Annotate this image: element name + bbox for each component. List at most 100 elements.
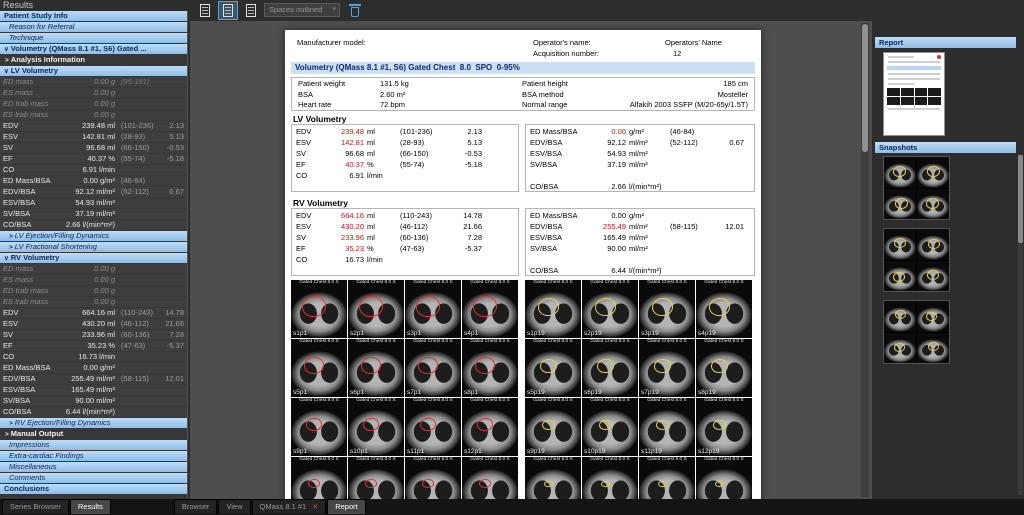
sidebar-item-volumetry-qmass-8-1-1-s6-gated[interactable]: ∨Volumetry (QMass 8.1 #1, S6) Gated ...: [0, 44, 187, 54]
mri-image-tile[interactable]: Gated Chest 8.0 Ss8p19: [696, 339, 752, 397]
sidebar-param-row[interactable]: ED Mass/BSA0.00 g/m²: [0, 363, 187, 373]
sidebar-param-row[interactable]: SV/BSA90.00 ml/m²: [0, 396, 187, 406]
tab-qmass[interactable]: QMass 8.1 #1 ✕: [252, 499, 327, 514]
snapshots-scrollbar[interactable]: [1018, 154, 1023, 495]
sidebar-item-lv-fractional-shortening[interactable]: >LV Fractional Shortening: [0, 242, 187, 252]
sidebar-param-row[interactable]: ES mass0.00 g: [0, 88, 187, 98]
mri-image-tile[interactable]: Gated Chest 8.0 Ss8p1: [462, 339, 518, 397]
mri-image-tile[interactable]: Gated Chest 8.0 Ss3p19: [639, 280, 695, 338]
mri-image-tile[interactable]: Gated Chest 8.0 Ss15p19: [639, 457, 695, 499]
sidebar-param-row[interactable]: ES trab mass0.00 g: [0, 297, 187, 307]
mri-image-tile[interactable]: Gated Chest 8.0 Ss10p19: [582, 398, 638, 456]
tab-series-browser[interactable]: Series Browser: [2, 499, 69, 514]
sidebar-item-reason-for-referral[interactable]: Reason for Referral: [0, 22, 187, 32]
mri-image-tile[interactable]: Gated Chest 8.0 Ss4p19: [696, 280, 752, 338]
snapshot-thumbnail[interactable]: [883, 228, 950, 292]
scrollbar-thumb[interactable]: [1018, 155, 1023, 243]
sidebar-item-technique[interactable]: Technique: [0, 33, 187, 43]
snapshot-thumbnail[interactable]: [883, 300, 950, 364]
sidebar-param-row[interactable]: ESV/BSA165.49 ml/m²: [0, 385, 187, 395]
mri-image-tile[interactable]: Gated Chest 8.0 Ss11p1: [405, 398, 461, 456]
mri-image-tile[interactable]: Gated Chest 8.0 Ss3p1: [405, 280, 461, 338]
mri-image-tile[interactable]: Gated Chest 8.0 Ss9p19: [525, 398, 581, 456]
sidebar-item-lv-volumetry[interactable]: ∨LV Volumetry: [0, 66, 187, 76]
sidebar-param-row[interactable]: ESV430.20 ml(46-112)21.66: [0, 319, 187, 329]
mri-image-tile[interactable]: Gated Chest 8.0 Ss13p1: [291, 457, 347, 499]
sidebar-param-row[interactable]: ED trab mass0.00 g: [0, 286, 187, 296]
print-button[interactable]: [219, 2, 237, 19]
mri-image-tile[interactable]: Gated Chest 8.0 Ss1p1: [291, 280, 347, 338]
tab-browser[interactable]: Browser: [174, 499, 218, 514]
mri-image-tile[interactable]: Gated Chest 8.0 Ss12p19: [696, 398, 752, 456]
close-icon[interactable]: ✕: [312, 504, 318, 511]
mri-image-tile[interactable]: Gated Chest 8.0 Ss11p19: [639, 398, 695, 456]
sidebar-item-patient-study-info[interactable]: Patient Study Info: [0, 11, 187, 21]
sidebar-item-extra-cardiac-findings[interactable]: Extra-cardiac Findings: [0, 451, 187, 461]
report-section-header[interactable]: Report: [875, 37, 1016, 48]
tab-report[interactable]: Report: [327, 499, 366, 514]
metric-row: EF35.23%(47-63)-5.37: [296, 243, 514, 254]
sidebar-param-row[interactable]: SV/BSA37.19 ml/m²: [0, 209, 187, 219]
sidebar-param-row[interactable]: ED mass0.00 g(95-181): [0, 77, 187, 87]
sidebar-item-miscellaneous[interactable]: Miscellaneous: [0, 462, 187, 472]
sidebar-item-analysis-information[interactable]: >Analysis Information: [0, 55, 187, 65]
mri-image-tile[interactable]: Gated Chest 8.0 Ss9p1: [291, 398, 347, 456]
delete-button[interactable]: [348, 2, 363, 19]
sidebar-param-row[interactable]: SV233.96 ml(60-136)7.28: [0, 330, 187, 340]
page-layout-button[interactable]: [196, 2, 214, 19]
mri-image-tile[interactable]: Gated Chest 8.0 Ss2p19: [582, 280, 638, 338]
sidebar-param-row[interactable]: EF35.23 %(47-63)-5.37: [0, 341, 187, 351]
report-page-thumbnail[interactable]: [883, 52, 945, 136]
sidebar-item-lv-ejection-filling-dynamics[interactable]: >LV Ejection/Filling Dynamics: [0, 231, 187, 241]
sidebar-item-impressions[interactable]: Impressions: [0, 440, 187, 450]
mri-image-tile[interactable]: Gated Chest 8.0 Ss13p19: [525, 457, 581, 499]
sidebar-param-row[interactable]: CO16.73 l/min: [0, 352, 187, 362]
tab-view[interactable]: View: [218, 499, 250, 514]
mri-image-tile[interactable]: Gated Chest 8.0 Ss14p19: [582, 457, 638, 499]
mri-image-tile[interactable]: Gated Chest 8.0 Ss15p1: [405, 457, 461, 499]
sidebar-param-row[interactable]: ED mass0.00 g: [0, 264, 187, 274]
mri-image-tile[interactable]: Gated Chest 8.0 Ss7p19: [639, 339, 695, 397]
sidebar-param-row[interactable]: CO/BSA2.66 l/(min*m²): [0, 220, 187, 230]
scrollbar-thumb[interactable]: [862, 24, 868, 152]
sidebar-item-rv-volumetry[interactable]: ∨RV Volumetry: [0, 253, 187, 263]
sidebar-item-comments[interactable]: Comments: [0, 473, 187, 483]
sidebar-item-manual-output[interactable]: >Manual Output: [0, 429, 187, 439]
mri-image-tile[interactable]: Gated Chest 8.0 Ss5p1: [291, 339, 347, 397]
mri-image-tile[interactable]: Gated Chest 8.0 Ss16p19: [696, 457, 752, 499]
mri-image-tile[interactable]: Gated Chest 8.0 Ss1p19: [525, 280, 581, 338]
sidebar-param-row[interactable]: ESV142.81 ml(28-93)5.13: [0, 132, 187, 142]
mri-image-tile[interactable]: Gated Chest 8.0 Ss14p1: [348, 457, 404, 499]
mri-image-tile[interactable]: Gated Chest 8.0 Ss5p19: [525, 339, 581, 397]
sidebar-item-rv-ejection-filling-dynamics[interactable]: >RV Ejection/Filling Dynamics: [0, 418, 187, 428]
sidebar-param-row[interactable]: ED Mass/BSA0.00 g/m²(46-84): [0, 176, 187, 186]
report-text-button[interactable]: [242, 2, 260, 19]
sidebar-param-row[interactable]: EDV239.48 ml(101-236)2.13: [0, 121, 187, 131]
sidebar-param-row[interactable]: EF40.37 %(55-74)-5.18: [0, 154, 187, 164]
snapshot-thumbnail[interactable]: [883, 156, 950, 220]
spaces-dropdown[interactable]: Spaces outlined ▾: [264, 3, 340, 17]
mri-image-tile[interactable]: Gated Chest 8.0 Ss2p1: [348, 280, 404, 338]
mri-image-tile[interactable]: Gated Chest 8.0 Ss6p1: [348, 339, 404, 397]
sidebar-param-row[interactable]: ES mass0.00 g: [0, 275, 187, 285]
sidebar-param-row[interactable]: EDV664.16 ml(110-243)14.78: [0, 308, 187, 318]
snapshots-section-header[interactable]: Snapshots: [875, 142, 1016, 153]
mri-image-tile[interactable]: Gated Chest 8.0 Ss16p1: [462, 457, 518, 499]
sidebar-param-row[interactable]: EDV/BSA92.12 ml/m²(52-112)0.67: [0, 187, 187, 197]
sidebar-param-row[interactable]: EDV/BSA255.49 ml/m²(58-115)12.01: [0, 374, 187, 384]
tab-results[interactable]: Results: [70, 499, 111, 514]
sidebar-param-row[interactable]: ES trab mass0.00 g: [0, 110, 187, 120]
mri-image-tile[interactable]: Gated Chest 8.0 Ss6p19: [582, 339, 638, 397]
mri-image-tile[interactable]: Gated Chest 8.0 Ss7p1: [405, 339, 461, 397]
sidebar-param-row[interactable]: CO6.91 l/min: [0, 165, 187, 175]
sidebar-param-row[interactable]: ED trab mass0.00 g: [0, 99, 187, 109]
mri-image-tile[interactable]: Gated Chest 8.0 Ss4p1: [462, 280, 518, 338]
mri-image-tile[interactable]: Gated Chest 8.0 Ss10p1: [348, 398, 404, 456]
mri-image-tile[interactable]: Gated Chest 8.0 Ss12p1: [462, 398, 518, 456]
sidebar-item-conclusions[interactable]: Conclusions: [0, 484, 187, 494]
sidebar-param-row[interactable]: SV96.68 ml(66-150)-0.53: [0, 143, 187, 153]
sidebar-param-row[interactable]: ESV/BSA54.93 ml/m²: [0, 198, 187, 208]
ventricle-contour-ed: [473, 296, 497, 317]
sidebar-param-row[interactable]: CO/BSA6.44 l/(min*m²): [0, 407, 187, 417]
vertical-scrollbar[interactable]: [861, 23, 869, 497]
